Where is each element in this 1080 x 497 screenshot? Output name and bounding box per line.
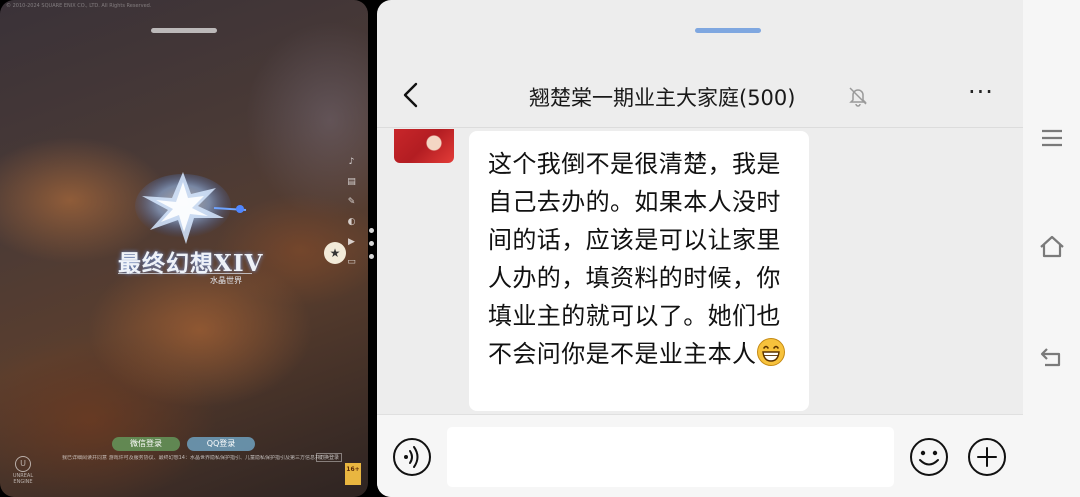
grinning-emoji-icon <box>757 338 786 366</box>
mute-bell-icon <box>849 87 867 107</box>
back-icon[interactable] <box>1037 341 1067 371</box>
plus-icon[interactable] <box>967 437 1007 477</box>
switch-account-button[interactable]: 切换登录 <box>316 453 343 462</box>
avatar[interactable] <box>394 129 454 163</box>
window-drag-handle[interactable] <box>151 28 217 33</box>
clipboard-icon[interactable]: ▤ <box>346 176 357 189</box>
divider-dot <box>369 228 374 233</box>
home-icon[interactable] <box>1037 232 1067 262</box>
more-options-button[interactable]: ··· <box>964 80 998 110</box>
divider-dot <box>369 241 374 246</box>
back-arrow-icon[interactable] <box>397 80 427 110</box>
engine-label: UNREAL ENGINE <box>12 473 34 485</box>
speaker-icon[interactable]: ♪ <box>346 156 357 169</box>
card-icon[interactable]: ▭ <box>346 256 357 269</box>
event-badge-icon[interactable]: ★ <box>324 242 346 264</box>
unreal-engine-logo: U UNREAL ENGINE <box>8 456 38 486</box>
top-fine-print: © 2010-2024 SQUARE ENIX CO., LTD. All Ri… <box>6 3 152 9</box>
side-toolbar: ♪ ▤ ✎ ◐ ▶ ▭ <box>346 156 357 269</box>
age-rating-badge: 16+ <box>345 463 361 485</box>
chat-pane: 翘楚棠一期业主大家庭(500) ··· 这个我倒不是很清楚，我是自己去办的。如果… <box>377 0 1023 497</box>
qq-login-button[interactable]: QQ登录 <box>187 437 255 451</box>
wechat-login-button[interactable]: 微信登录 <box>112 437 180 451</box>
unreal-icon: U <box>15 456 31 472</box>
message-input[interactable] <box>447 427 894 487</box>
logo-underline <box>118 273 252 274</box>
split-screen: © 2010-2024 SQUARE ENIX CO., LTD. All Ri… <box>0 0 1080 497</box>
video-icon[interactable]: ▶ <box>346 236 357 249</box>
game-logo-subtitle: 水晶世界 <box>210 276 242 285</box>
chat-title: 翘楚棠一期业主大家庭(500) <box>529 86 796 110</box>
window-drag-handle[interactable] <box>695 28 761 33</box>
agreement-text[interactable]: 我已详细阅读并同意 游戏许可及服务协议、最终幻想14：水晶世界隐私保护指引、儿童… <box>62 455 322 461</box>
message-input-bar <box>377 414 1023 497</box>
menu-icon[interactable] <box>1037 123 1067 153</box>
crystal-logo-icon <box>135 172 247 244</box>
wrench-icon[interactable]: ✎ <box>346 196 357 209</box>
header-divider <box>377 127 1023 128</box>
split-divider-handle[interactable] <box>369 228 374 259</box>
message-text: 这个我倒不是很清楚，我是自己去办的。如果本人没时间的话，应该是可以让家里人办的，… <box>488 150 781 368</box>
contrast-icon[interactable]: ◐ <box>346 216 357 229</box>
game-launcher-pane: © 2010-2024 SQUARE ENIX CO., LTD. All Ri… <box>0 0 368 497</box>
message-bubble[interactable]: 这个我倒不是很清楚，我是自己去办的。如果本人没时间的话，应该是可以让家里人办的，… <box>469 131 809 411</box>
system-navigation-bar <box>1023 0 1080 497</box>
divider-dot <box>369 254 374 259</box>
emoji-picker-icon[interactable] <box>909 437 949 477</box>
voice-input-icon[interactable] <box>392 437 432 477</box>
